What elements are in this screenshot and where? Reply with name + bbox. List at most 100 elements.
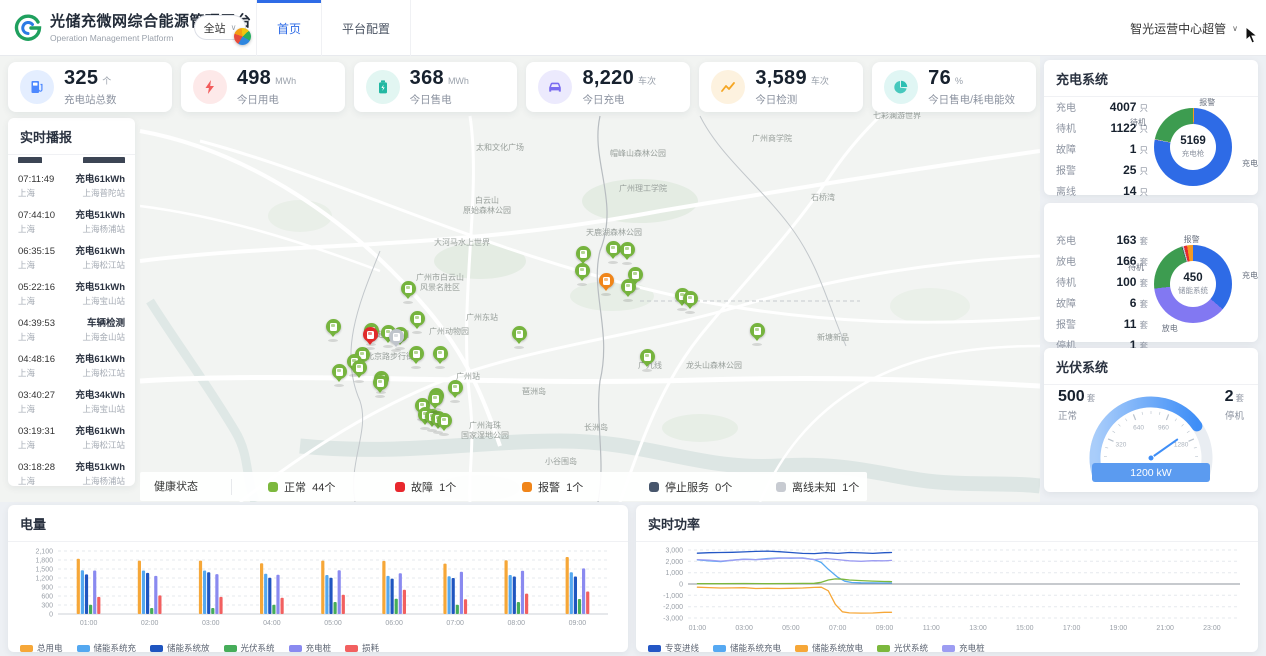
map-place-label: 广州理工学院 — [619, 184, 667, 194]
kpi-card-row: 325个充电站总数498MWh今日用电368MWh今日售电8,220车次今日充电… — [8, 62, 1036, 112]
broadcast-list[interactable]: 07:11:49充电61kWh上海上海普陀站07:44:10充电51kWh上海上… — [8, 155, 135, 486]
legend-swatch — [877, 645, 890, 652]
legend-label: 充电桩 — [959, 642, 985, 654]
station-pin-normal[interactable] — [436, 413, 452, 434]
station-pin-normal[interactable] — [620, 279, 636, 300]
tab-platform-config[interactable]: 平台配置 — [322, 0, 411, 56]
broadcast-time: 04:39:53 — [18, 318, 55, 329]
station-pin-normal[interactable] — [351, 360, 367, 381]
legend-item[interactable]: 储能系统放 — [150, 642, 210, 654]
station-pin-normal[interactable] — [447, 380, 463, 401]
kpi-label: 今日售电/耗电能效 — [928, 92, 1015, 107]
legend-item[interactable]: 光伏系统 — [224, 642, 275, 654]
station-pin-normal[interactable] — [432, 346, 448, 367]
legend-item[interactable]: 损耗 — [345, 642, 379, 654]
station-pin-normal[interactable] — [409, 311, 425, 332]
legend-item[interactable]: 总用电 — [20, 642, 63, 654]
station-pin-normal[interactable] — [682, 291, 698, 312]
legend-item[interactable]: 储能系统放电 — [795, 642, 863, 654]
charging-system-title: 充电系统 — [1044, 60, 1258, 97]
charging-station-icon — [20, 70, 54, 104]
station-selector-value: 全站 — [204, 20, 226, 36]
pie-icon — [884, 70, 918, 104]
legend-swatch — [942, 645, 955, 652]
svg-text:0: 0 — [49, 612, 53, 619]
svg-text:11:00: 11:00 — [923, 625, 940, 632]
broadcast-city: 上海 — [18, 295, 35, 307]
station-pin-offline[interactable] — [388, 329, 404, 350]
status-dot — [522, 482, 532, 492]
energy-bar-chart: 03006009001,2001,5001,8002,10001:0002:00… — [16, 544, 616, 636]
station-pin-normal[interactable] — [511, 326, 527, 347]
legend-item[interactable]: 充电桩 — [942, 642, 985, 654]
stat-unit: 只 — [1139, 186, 1148, 198]
donut-ring: 5169充电枪报警待机充电 — [1154, 108, 1232, 186]
power-usage-icon — [193, 70, 227, 104]
kpi-card: 76%今日售电/耗电能效 — [872, 62, 1036, 112]
station-pin-normal[interactable] — [400, 281, 416, 302]
svg-text:320: 320 — [1115, 442, 1126, 449]
stat-row: 充电163套 — [1056, 229, 1148, 250]
svg-text:07:00: 07:00 — [446, 620, 464, 627]
svg-text:19:00: 19:00 — [1110, 625, 1128, 632]
station-pin-normal[interactable] — [639, 349, 655, 370]
legend-swatch — [713, 645, 726, 652]
station-pin-normal[interactable] — [325, 319, 341, 340]
pv-system-panel: 光伏系统 500套 正常 2套 停机 032064096012801600 12… — [1044, 348, 1258, 492]
svg-text:08:00: 08:00 — [508, 620, 526, 627]
legend-swatch — [77, 645, 90, 652]
stat-label: 报警 — [1056, 162, 1123, 177]
broadcast-station: 上海宝山站 — [82, 295, 125, 307]
battery-icon — [366, 70, 400, 104]
broadcast-time: 03:19:31 — [18, 426, 55, 437]
city-map[interactable]: 太和文化广场帽峰山森林公园广州商学院七彩澜游世界广州理工学院石桥湾白云山 原始森… — [0, 56, 1040, 502]
legend-item[interactable]: 专变进线 — [648, 642, 699, 654]
station-pin-normal[interactable] — [619, 242, 635, 263]
station-pin-normal[interactable] — [574, 263, 590, 284]
broadcast-title: 实时播报 — [8, 118, 135, 155]
pv-power-badge: 1200 kW — [1092, 463, 1210, 482]
broadcast-event: 充电51kWh — [75, 459, 125, 473]
station-pin-normal[interactable] — [749, 323, 765, 344]
assistant-ball-icon[interactable] — [234, 28, 251, 45]
stat-label: 充电 — [1056, 99, 1110, 114]
health-label: 报警 1个 — [538, 479, 583, 495]
tab-home[interactable]: 首页 — [256, 0, 322, 56]
legend-item[interactable]: 储能系统充 — [77, 642, 137, 654]
broadcast-time: 04:48:16 — [18, 354, 55, 365]
broadcast-city: 上海 — [18, 475, 35, 486]
broadcast-city: 上海 — [18, 367, 35, 379]
station-pin-normal[interactable] — [408, 346, 424, 367]
kpi-value: 325 — [64, 67, 98, 90]
svg-text:09:00: 09:00 — [876, 625, 894, 632]
trend-icon — [711, 70, 745, 104]
station-pin-alarm[interactable] — [598, 273, 614, 294]
legend-label: 储能系统放 — [167, 642, 210, 654]
user-account-menu[interactable]: 智光运营中心超管 ∨ — [1130, 0, 1238, 56]
broadcast-item: 04:48:16充电61kWh上海上海松江站 — [18, 351, 125, 379]
legend-item[interactable]: 储能系统充电 — [713, 642, 781, 654]
broadcast-station: 上海杨浦站 — [82, 475, 125, 486]
donut-callout: 报警 — [1199, 97, 1215, 108]
kpi-card: 325个充电站总数 — [8, 62, 172, 112]
legend-item[interactable]: 光伏系统 — [877, 642, 928, 654]
kpi-unit: 车次 — [638, 74, 656, 87]
map-place-label: 七彩澜游世界 — [873, 111, 921, 121]
realtime-broadcast-panel: 实时播报 07:11:49充电61kWh上海上海普陀站07:44:10充电51k… — [8, 118, 135, 486]
stat-unit: 只 — [1139, 165, 1148, 177]
legend-item[interactable]: 充电桩 — [289, 642, 332, 654]
broadcast-event: 充电51kWh — [75, 279, 125, 293]
station-pin-normal[interactable] — [427, 391, 443, 412]
svg-text:2,000: 2,000 — [665, 559, 683, 566]
broadcast-city: 上海 — [18, 259, 35, 271]
map-place-label: 广州动物园 — [429, 327, 469, 337]
charging-donut-chart: 5169充电枪报警待机充电 — [1154, 108, 1232, 186]
station-pin-normal[interactable] — [331, 364, 347, 385]
status-dot — [776, 482, 786, 492]
stat-label: 故障 — [1056, 295, 1130, 310]
donut-ring: 450储能系统报警待机充电放电 — [1154, 245, 1232, 323]
broadcast-city: 上海 — [18, 403, 35, 415]
kpi-unit: MWh — [448, 76, 469, 86]
station-pin-fault[interactable] — [362, 327, 378, 348]
station-pin-normal[interactable] — [372, 375, 388, 396]
